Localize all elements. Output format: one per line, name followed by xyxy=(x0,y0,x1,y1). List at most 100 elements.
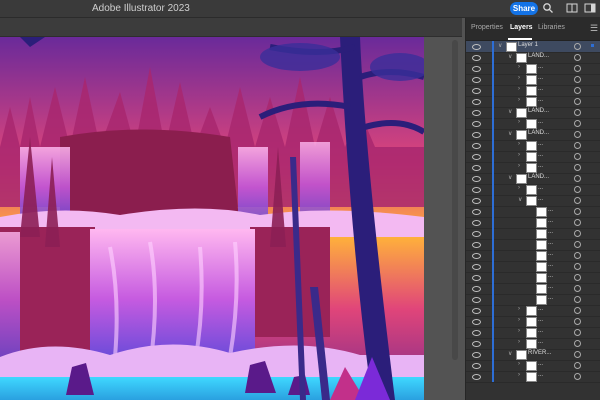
target-circle-icon[interactable] xyxy=(574,252,581,259)
target-circle-icon[interactable] xyxy=(574,230,581,237)
chevron-down-icon[interactable]: ∨ xyxy=(508,108,512,115)
visibility-eye-icon[interactable] xyxy=(472,374,481,380)
visibility-eye-icon[interactable] xyxy=(472,132,481,138)
chevron-right-icon[interactable]: › xyxy=(518,328,520,334)
target-circle-icon[interactable] xyxy=(574,76,581,83)
target-circle-icon[interactable] xyxy=(574,98,581,105)
layer-name[interactable]: LAND... xyxy=(528,108,549,114)
chevron-right-icon[interactable]: › xyxy=(518,163,520,169)
layer-name[interactable]: ... xyxy=(538,86,543,92)
chevron-down-icon[interactable]: ∨ xyxy=(508,174,512,181)
target-circle-icon[interactable] xyxy=(574,142,581,149)
chevron-right-icon[interactable]: › xyxy=(518,152,520,158)
chevron-down-icon[interactable]: ∨ xyxy=(508,53,512,60)
target-circle-icon[interactable] xyxy=(574,296,581,303)
visibility-eye-icon[interactable] xyxy=(472,286,481,292)
visibility-eye-icon[interactable] xyxy=(472,253,481,259)
visibility-eye-icon[interactable] xyxy=(472,209,481,215)
chevron-right-icon[interactable]: › xyxy=(518,119,520,125)
visibility-eye-icon[interactable] xyxy=(472,198,481,204)
chevron-right-icon[interactable]: › xyxy=(518,86,520,92)
visibility-eye-icon[interactable] xyxy=(472,341,481,347)
layer-name[interactable]: ... xyxy=(548,262,553,268)
layer-name[interactable]: ... xyxy=(548,251,553,257)
target-circle-icon[interactable] xyxy=(574,219,581,226)
share-button[interactable]: Share xyxy=(510,2,538,15)
layer-name[interactable]: ... xyxy=(538,317,543,323)
chevron-right-icon[interactable]: › xyxy=(518,64,520,70)
target-circle-icon[interactable] xyxy=(574,54,581,61)
chevron-down-icon[interactable]: ∨ xyxy=(508,350,512,357)
layer-name[interactable]: Layer 1 xyxy=(518,42,538,48)
target-circle-icon[interactable] xyxy=(574,164,581,171)
target-circle-icon[interactable] xyxy=(574,131,581,138)
target-circle-icon[interactable] xyxy=(574,307,581,314)
layer-name[interactable]: ... xyxy=(538,64,543,70)
layer-name[interactable]: ... xyxy=(548,207,553,213)
tab-libraries[interactable]: Libraries xyxy=(538,24,565,31)
target-circle-icon[interactable] xyxy=(574,351,581,358)
target-circle-icon[interactable] xyxy=(574,241,581,248)
chevron-down-icon[interactable]: ∨ xyxy=(508,130,512,137)
chevron-right-icon[interactable]: › xyxy=(518,306,520,312)
tab-layers[interactable]: Layers xyxy=(510,24,533,31)
target-circle-icon[interactable] xyxy=(574,208,581,215)
layer-name[interactable]: ... xyxy=(538,361,543,367)
target-circle-icon[interactable] xyxy=(574,285,581,292)
vertical-scrollbar[interactable] xyxy=(452,40,458,360)
search-icon[interactable] xyxy=(542,2,554,14)
visibility-eye-icon[interactable] xyxy=(472,308,481,314)
visibility-eye-icon[interactable] xyxy=(472,264,481,270)
chevron-right-icon[interactable]: › xyxy=(518,361,520,367)
visibility-eye-icon[interactable] xyxy=(472,231,481,237)
layer-name[interactable]: ... xyxy=(548,284,553,290)
chevron-right-icon[interactable]: › xyxy=(518,141,520,147)
target-circle-icon[interactable] xyxy=(574,318,581,325)
target-circle-icon[interactable] xyxy=(574,109,581,116)
visibility-eye-icon[interactable] xyxy=(472,352,481,358)
target-circle-icon[interactable] xyxy=(574,43,581,50)
chevron-right-icon[interactable]: › xyxy=(518,317,520,323)
target-circle-icon[interactable] xyxy=(574,362,581,369)
chevron-right-icon[interactable]: › xyxy=(518,372,520,378)
visibility-eye-icon[interactable] xyxy=(472,99,481,105)
layer-row[interactable]: ›... xyxy=(466,371,600,383)
target-circle-icon[interactable] xyxy=(574,175,581,182)
layer-name[interactable]: ... xyxy=(538,97,543,103)
arrange-documents-icon[interactable] xyxy=(566,2,578,14)
layer-name[interactable]: LAND... xyxy=(528,53,549,59)
target-circle-icon[interactable] xyxy=(574,65,581,72)
visibility-eye-icon[interactable] xyxy=(472,110,481,116)
layer-name[interactable]: ... xyxy=(538,328,543,334)
layer-name[interactable]: ... xyxy=(548,240,553,246)
layer-name[interactable]: ... xyxy=(538,372,543,378)
artboard-canvas[interactable] xyxy=(0,37,424,400)
visibility-eye-icon[interactable] xyxy=(472,363,481,369)
layer-name[interactable]: ... xyxy=(538,163,543,169)
chevron-right-icon[interactable]: › xyxy=(518,97,520,103)
target-circle-icon[interactable] xyxy=(574,153,581,160)
layer-name[interactable]: ... xyxy=(538,306,543,312)
layer-name[interactable]: ... xyxy=(538,141,543,147)
layer-name[interactable]: ... xyxy=(538,339,543,345)
chevron-down-icon[interactable]: ∨ xyxy=(518,196,522,203)
chevron-right-icon[interactable]: › xyxy=(518,75,520,81)
layer-name[interactable]: ... xyxy=(538,75,543,81)
target-circle-icon[interactable] xyxy=(574,263,581,270)
workspace-icon[interactable] xyxy=(584,2,596,14)
target-circle-icon[interactable] xyxy=(574,329,581,336)
target-circle-icon[interactable] xyxy=(574,87,581,94)
target-circle-icon[interactable] xyxy=(574,373,581,380)
layer-name[interactable]: LAND... xyxy=(528,130,549,136)
visibility-eye-icon[interactable] xyxy=(472,176,481,182)
layer-name[interactable]: ... xyxy=(548,218,553,224)
visibility-eye-icon[interactable] xyxy=(472,143,481,149)
visibility-eye-icon[interactable] xyxy=(472,88,481,94)
visibility-eye-icon[interactable] xyxy=(472,330,481,336)
layer-name[interactable]: ... xyxy=(548,229,553,235)
visibility-eye-icon[interactable] xyxy=(472,297,481,303)
target-circle-icon[interactable] xyxy=(574,340,581,347)
layer-name[interactable]: LAND... xyxy=(528,174,549,180)
visibility-eye-icon[interactable] xyxy=(472,187,481,193)
visibility-eye-icon[interactable] xyxy=(472,220,481,226)
